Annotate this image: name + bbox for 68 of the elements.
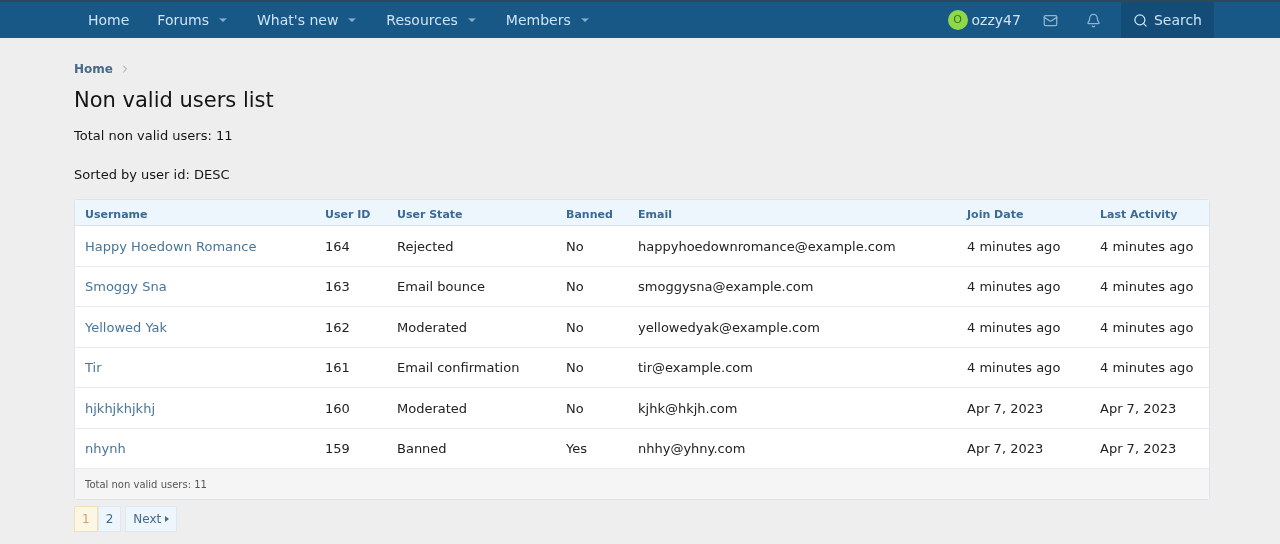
table-cell: No — [566, 400, 584, 416]
column-header: User State — [397, 207, 463, 221]
column-header: Join Date — [967, 207, 1024, 221]
column-header: Email — [638, 207, 672, 221]
table-cell: 164 — [325, 238, 350, 254]
page-link[interactable]: 2 — [97, 506, 122, 532]
table-cell: yellowedyak@example.com — [638, 319, 820, 335]
table-cell: Yes — [566, 441, 587, 457]
table-cell: Moderated — [397, 319, 468, 335]
mail-icon[interactable] — [1042, 12, 1058, 28]
table-cell: 4 minutes ago — [967, 319, 1061, 335]
search-icon — [1132, 12, 1148, 28]
table-cell: 162 — [325, 319, 350, 335]
table-cell: 4 minutes ago — [967, 238, 1061, 254]
table-cell: Rejected — [397, 238, 454, 254]
column-header: Last Activity — [1100, 207, 1178, 221]
table-cell: Email bounce — [397, 279, 486, 295]
table-cell: Banned — [397, 441, 447, 457]
nav-link[interactable]: Resources — [386, 9, 458, 31]
table-cell: No — [566, 238, 584, 254]
table-cell: Apr 7, 2023 — [967, 400, 1044, 416]
table-cell: kjhk@hkjh.com — [638, 400, 738, 416]
summary-text: Total non valid users: 11 — [74, 127, 234, 145]
table-cell: happyhoedownromance@example.com — [638, 238, 896, 254]
table-cell: No — [566, 279, 584, 295]
table-cell: 4 minutes ago — [967, 360, 1061, 376]
username-link[interactable]: Yellowed Yak — [85, 319, 168, 335]
table-cell: 160 — [325, 400, 350, 416]
table-cell: tir@example.com — [638, 360, 753, 376]
table-cell: 163 — [325, 279, 350, 295]
table-cell: No — [566, 319, 584, 335]
table-cell: 4 minutes ago — [1100, 238, 1194, 254]
table-cell: Apr 7, 2023 — [1100, 441, 1177, 457]
nav-link[interactable]: Members — [505, 9, 571, 31]
page-title: Non valid users list — [74, 87, 275, 114]
column-header: Banned — [566, 207, 613, 221]
nav-link[interactable]: What's new — [257, 9, 339, 31]
nav-link[interactable]: Home — [88, 9, 130, 31]
summary-text: Sorted by user id: DESC — [74, 165, 231, 184]
breadcrumb-link[interactable]: Home — [74, 60, 113, 78]
table-cell: Moderated — [397, 400, 468, 416]
username-link[interactable]: nhynh — [85, 441, 126, 457]
username-link[interactable]: Happy Hoedown Romance — [85, 238, 257, 254]
table-cell: 4 minutes ago — [1100, 319, 1194, 335]
caret-icon — [165, 516, 170, 522]
table-cell: No — [566, 360, 584, 376]
nav-link[interactable]: Forums — [157, 9, 210, 31]
table-cell: 4 minutes ago — [1100, 360, 1194, 376]
column-header: Username — [85, 207, 148, 221]
table-cell: 159 — [325, 441, 350, 457]
username-link[interactable]: Tir — [85, 360, 102, 376]
table-cell: Email confirmation — [397, 360, 520, 376]
next-page-link[interactable]: Next — [125, 506, 178, 532]
table-footer-text: Total non valid users: 11 — [85, 477, 207, 492]
table-cell: nhhy@yhny.com — [638, 441, 746, 457]
username-link[interactable]: Smoggy Sna — [85, 279, 167, 295]
table-cell: 4 minutes ago — [967, 279, 1061, 295]
username-link[interactable]: hjkhjkhjkhj — [85, 400, 155, 416]
user-avatar[interactable]: O — [947, 10, 968, 30]
username-link[interactable]: ozzy47 — [971, 9, 1021, 31]
table-cell: Apr 7, 2023 — [967, 441, 1044, 457]
table-cell: 4 minutes ago — [1100, 279, 1194, 295]
table-cell: 161 — [325, 360, 350, 376]
bell-icon[interactable] — [1085, 12, 1101, 28]
table-cell: smoggysna@example.com — [638, 279, 814, 295]
table-cell: Apr 7, 2023 — [1100, 400, 1177, 416]
search-button[interactable]: Search — [1120, 2, 1214, 38]
column-header: User ID — [325, 207, 371, 221]
